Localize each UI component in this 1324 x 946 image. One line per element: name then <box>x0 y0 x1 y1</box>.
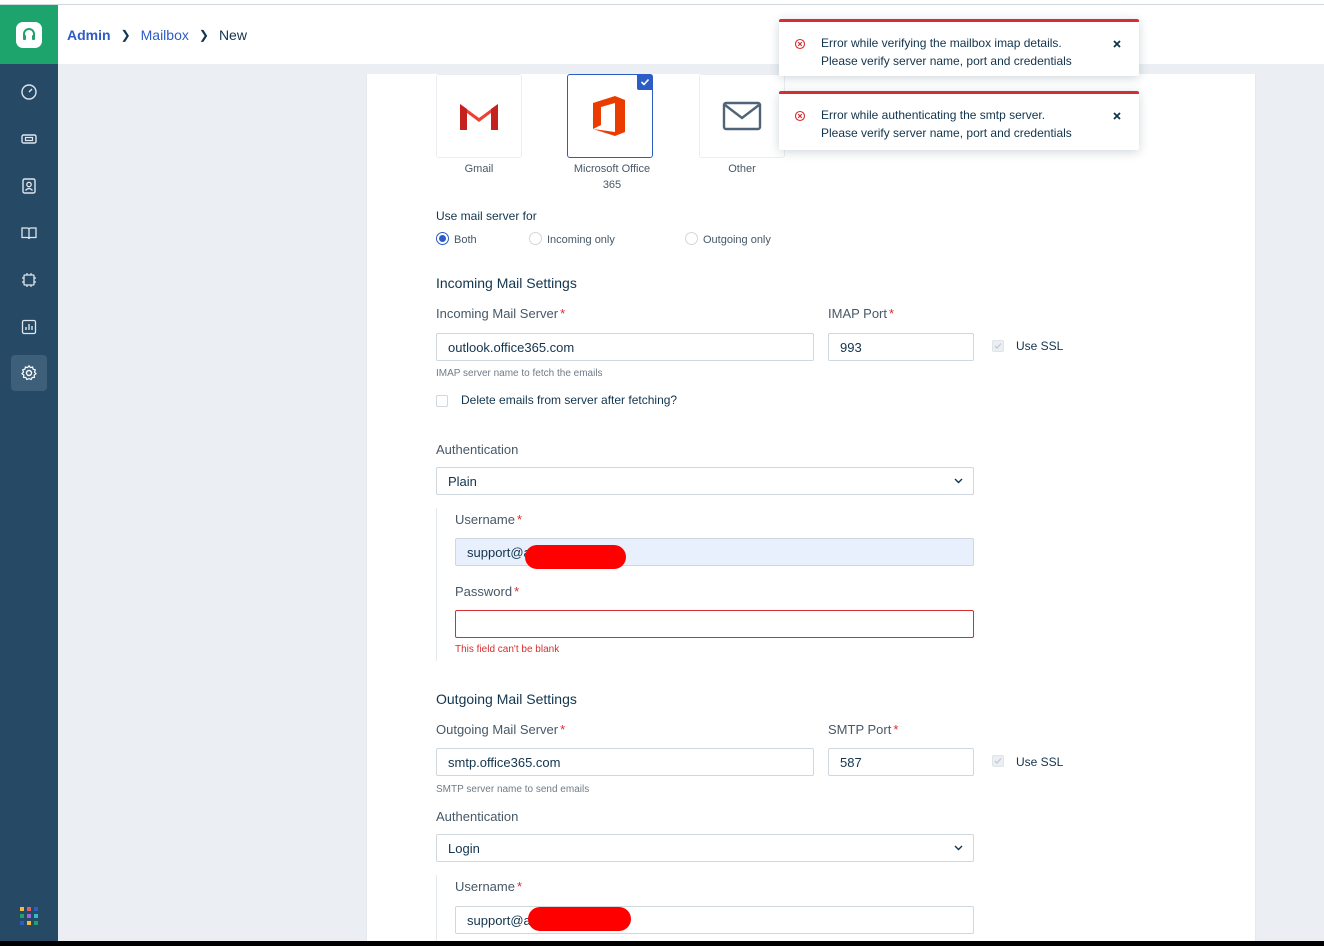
outgoing-username-label: Username * <box>455 879 523 894</box>
radio-incoming-only-label: Incoming only <box>547 234 615 246</box>
incoming-password-label-text: Password <box>455 584 513 599</box>
radio-outgoing-only-label: Outgoing only <box>703 234 771 246</box>
incoming-server-label-text: Incoming Mail Server <box>436 306 559 321</box>
smtp-port-label: SMTP Port * <box>828 722 899 737</box>
outgoing-auth-label: Authentication <box>436 809 519 824</box>
outgoing-server-label: Outgoing Mail Server * <box>436 722 566 737</box>
brand-logo[interactable] <box>0 5 58 64</box>
contacts-icon[interactable] <box>11 168 47 204</box>
incoming-auth-group-line <box>436 508 437 661</box>
outgoing-settings-title: Outgoing Mail Settings <box>436 691 577 707</box>
provider-office365-label: Microsoft Office 365 <box>567 161 657 193</box>
apps-grid-icon[interactable] <box>19 906 39 926</box>
dashboard-icon[interactable] <box>11 74 47 110</box>
incoming-auth-value: Plain <box>448 473 477 489</box>
outgoing-server-hint: SMTP server name to send emails <box>436 784 590 795</box>
incoming-use-ssl-checkbox[interactable] <box>992 340 1004 352</box>
radio-both-label: Both <box>454 234 477 246</box>
radio-both[interactable] <box>436 232 449 245</box>
imap-port-label: IMAP Port * <box>828 306 895 321</box>
provider-office365-label-line2: 365 <box>602 179 622 191</box>
selected-check-icon <box>637 74 653 90</box>
headset-logo-icon <box>16 21 42 48</box>
outgoing-auth-group-line <box>436 875 437 941</box>
office365-icon <box>593 96 625 136</box>
chevron-right-icon: ❯ <box>120 27 131 42</box>
provider-gmail-card[interactable] <box>436 74 522 158</box>
toast-imap-line1: Error while verifying the mailbox imap d… <box>821 36 1062 50</box>
provider-office365-label-line1: Microsoft Office <box>573 163 651 175</box>
redaction-mark <box>528 907 631 931</box>
outgoing-server-input[interactable]: smtp.office365.com <box>436 748 814 776</box>
incoming-auth-select[interactable]: Plain <box>436 467 974 495</box>
admin-settings-icon[interactable] <box>11 355 47 391</box>
toast-imap-message: Error while verifying the mailbox imap d… <box>821 34 1072 70</box>
incoming-server-label: Incoming Mail Server * <box>436 306 566 321</box>
redaction-mark <box>525 545 626 569</box>
toast-smtp-error: Error while authenticating the smtp serv… <box>779 91 1139 150</box>
reports-icon[interactable] <box>11 309 47 345</box>
incoming-server-hint: IMAP server name to fetch the emails <box>436 368 603 379</box>
breadcrumb-current: New <box>218 26 247 43</box>
incoming-settings-title: Incoming Mail Settings <box>436 275 577 291</box>
radio-incoming-only[interactable] <box>529 232 542 245</box>
window-bottom-border <box>0 941 1324 946</box>
automation-icon[interactable] <box>11 262 47 298</box>
chevron-down-icon <box>954 478 963 484</box>
outgoing-use-ssl-label: Use SSL <box>1016 755 1064 769</box>
incoming-password-input[interactable] <box>455 610 974 638</box>
incoming-username-label: Username * <box>455 512 523 527</box>
error-circle-icon <box>794 110 806 122</box>
smtp-port-input[interactable]: 587 <box>828 748 974 776</box>
toast-smtp-line2: Please verify server name, port and cred… <box>821 126 1072 140</box>
incoming-server-input[interactable]: outlook.office365.com <box>436 333 814 361</box>
tickets-icon[interactable] <box>11 121 47 157</box>
gmail-icon <box>460 104 498 130</box>
outgoing-auth-select[interactable]: Login <box>436 834 974 862</box>
chevron-down-icon <box>954 845 963 851</box>
provider-office365-card[interactable] <box>567 74 653 158</box>
mail-server-usage-label: Use mail server for <box>436 209 537 223</box>
imap-port-label-text: IMAP Port <box>828 306 888 321</box>
incoming-auth-label: Authentication <box>436 442 519 457</box>
toast-imap-line2: Please verify server name, port and cred… <box>821 54 1072 68</box>
knowledge-base-icon[interactable] <box>11 215 47 251</box>
breadcrumb-admin[interactable]: Admin <box>67 27 111 43</box>
delete-after-fetch-checkbox[interactable] <box>436 395 448 407</box>
error-circle-icon <box>794 38 806 50</box>
toast-smtp-line1: Error while authenticating the smtp serv… <box>821 108 1046 122</box>
chevron-right-icon: ❯ <box>198 27 209 42</box>
imap-port-input[interactable]: 993 <box>828 333 974 361</box>
incoming-use-ssl-label: Use SSL <box>1016 339 1064 353</box>
sidebar <box>0 5 58 943</box>
close-icon[interactable] <box>1111 38 1123 50</box>
envelope-icon <box>722 101 762 131</box>
outgoing-auth-value: Login <box>448 840 480 856</box>
outgoing-username-label-text: Username <box>455 879 515 894</box>
password-error-message: This field can't be blank <box>455 644 560 655</box>
incoming-username-label-text: Username <box>455 512 515 527</box>
provider-other-label: Other <box>728 163 756 175</box>
close-icon[interactable] <box>1111 110 1123 122</box>
delete-after-fetch-label: Delete emails from server after fetching… <box>461 393 678 407</box>
provider-other-card[interactable] <box>699 74 785 158</box>
smtp-port-label-text: SMTP Port <box>828 722 892 737</box>
provider-gmail-label: Gmail <box>464 163 494 175</box>
outgoing-server-label-text: Outgoing Mail Server <box>436 722 559 737</box>
outgoing-use-ssl-checkbox[interactable] <box>992 755 1004 767</box>
incoming-password-label: Password * <box>455 584 520 599</box>
radio-outgoing-only[interactable] <box>685 232 698 245</box>
toast-imap-error: Error while verifying the mailbox imap d… <box>779 19 1139 76</box>
toast-smtp-message: Error while authenticating the smtp serv… <box>821 106 1072 142</box>
breadcrumb-mailbox[interactable]: Mailbox <box>141 27 189 43</box>
